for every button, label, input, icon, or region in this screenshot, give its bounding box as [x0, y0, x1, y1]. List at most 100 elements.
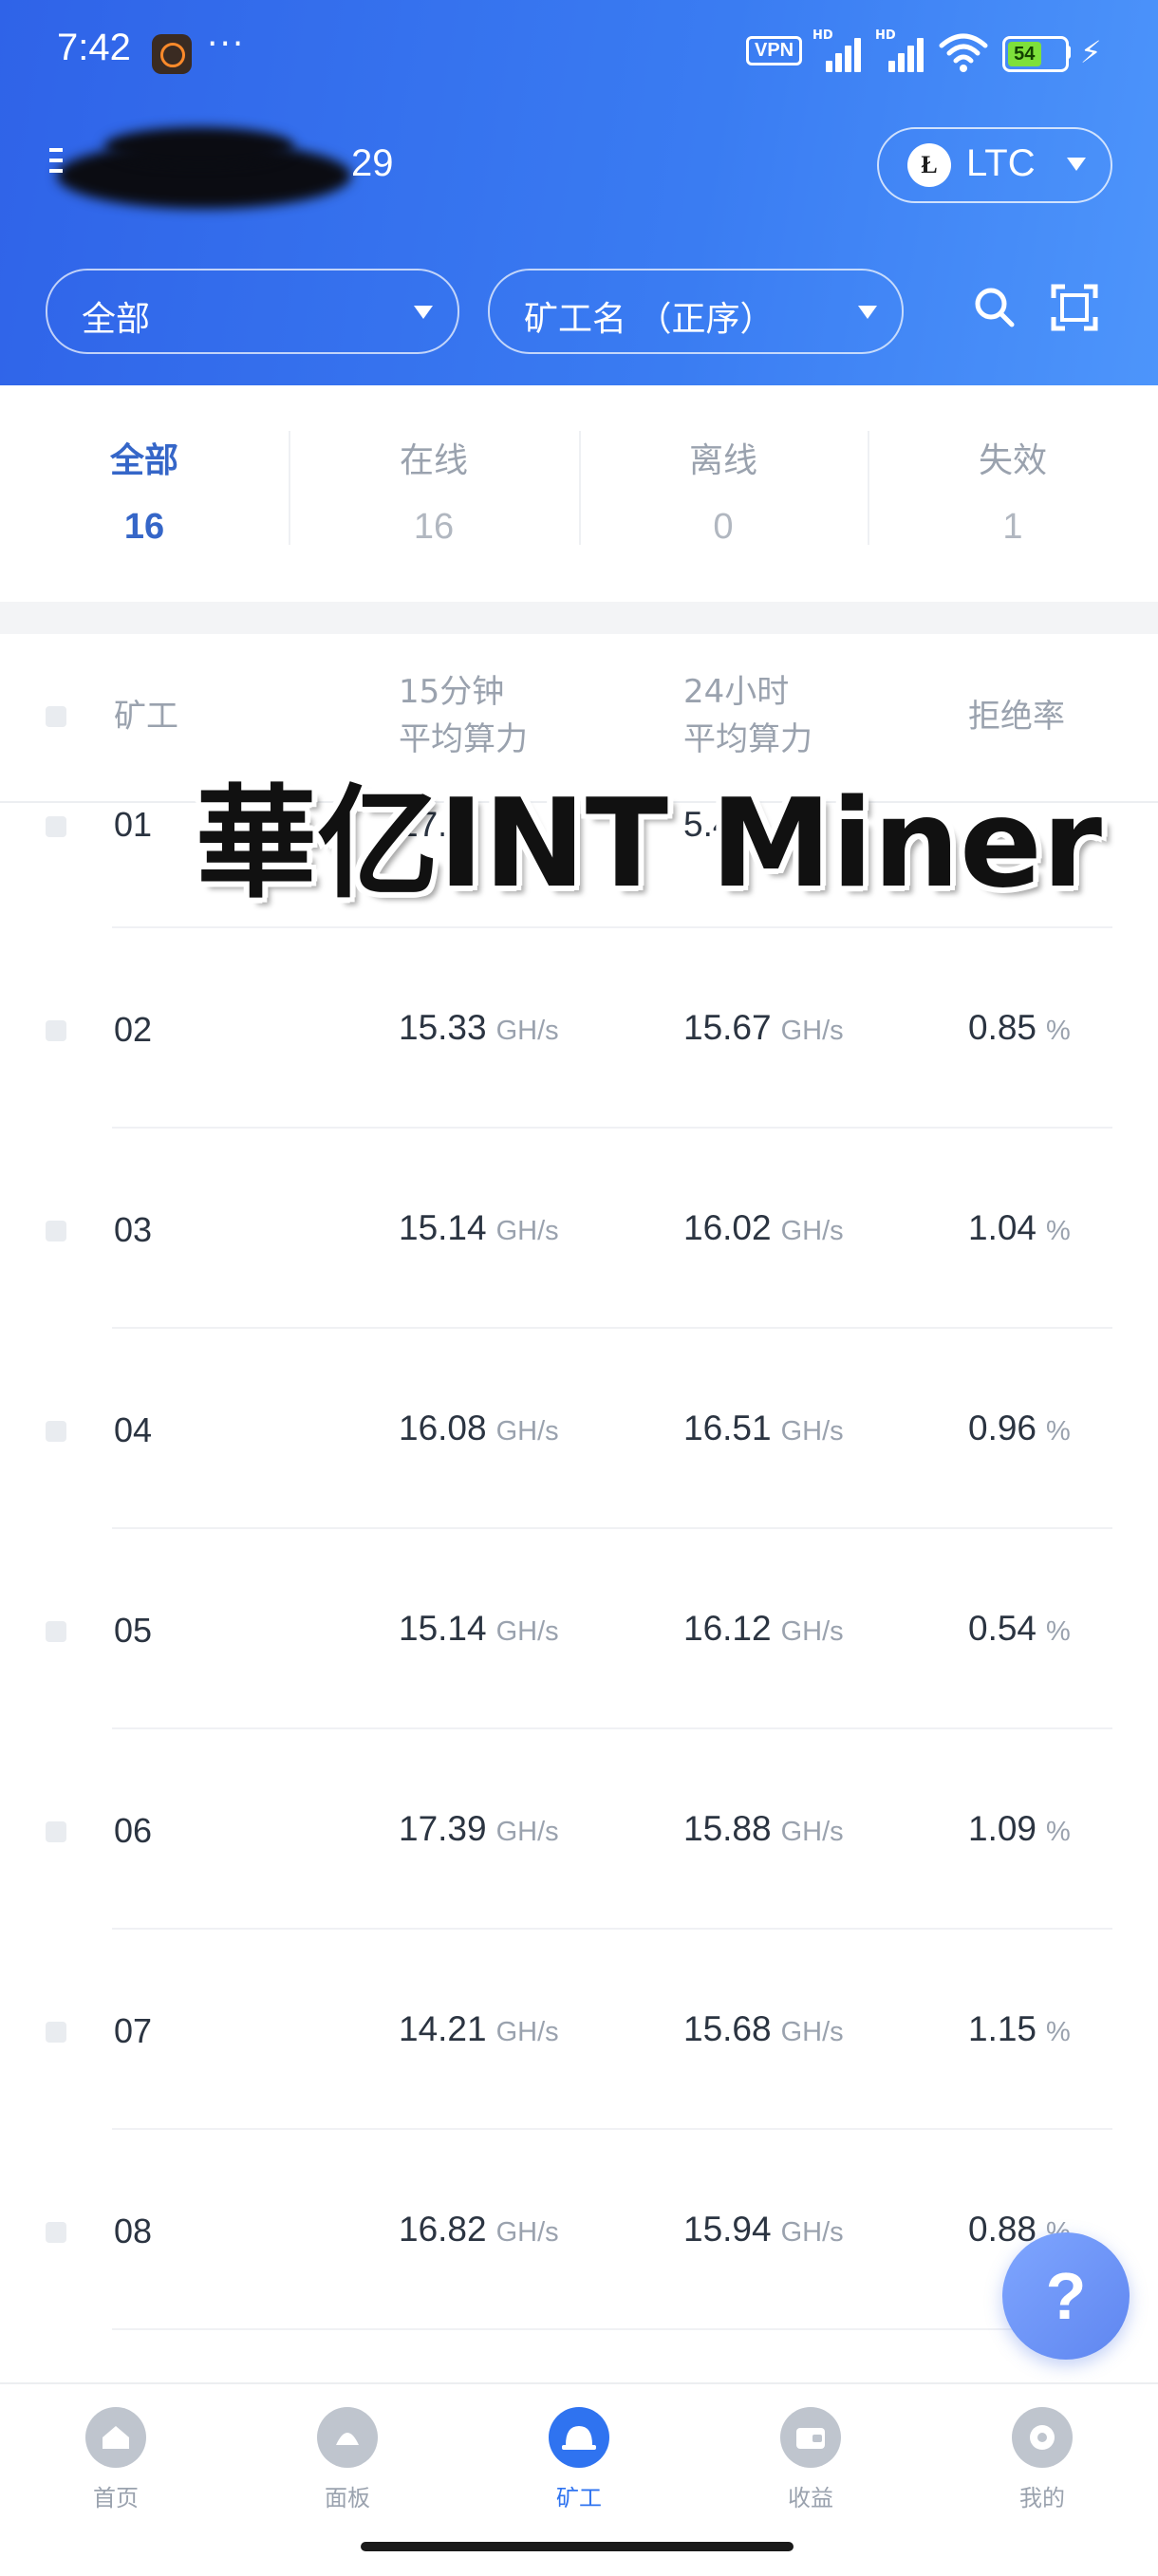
vpn-icon: VPN [746, 36, 803, 65]
col-hashrate-15m[interactable]: 15分钟 平均算力 [399, 668, 528, 763]
col-hashrate-24h-line1: 24小时 [683, 673, 790, 711]
table-row[interactable]: 06 17.39 GH/s 15.88 GH/s 1.09% [0, 1729, 1158, 1930]
hashrate-unit: GH/s [780, 1016, 844, 1046]
coin-label: LTC [966, 142, 1036, 184]
col-worker[interactable]: 矿工 [114, 693, 178, 740]
tab-all[interactable]: 全部 16 [2, 433, 287, 548]
select-all-checkbox[interactable] [46, 706, 66, 727]
battery-icon: 54 [1002, 36, 1069, 72]
sort-value: 矿工名 （正序） [524, 300, 775, 339]
table-row[interactable]: 04 16.08 GH/s 16.51 GH/s 0.96% [0, 1329, 1158, 1529]
col-hashrate-24h[interactable]: 24小时 平均算力 [683, 668, 812, 763]
hashrate-15m: 15.14 GH/s [399, 1609, 559, 1649]
header: 7:42 ··· VPN HD HD 54 ⚡ 29 Ł LTC 全部 矿工名 … [0, 0, 1158, 385]
hashrate-unit: GH/s [495, 2017, 559, 2047]
hashrate-24h: 15.67 GH/s [683, 1008, 844, 1048]
nav-earnings[interactable]: 收益 [735, 2407, 887, 2512]
hashrate-unit: GH/s [780, 1416, 844, 1447]
tab-invalid[interactable]: 失效 1 [870, 433, 1155, 548]
reject-rate: 0.54% [968, 1609, 1071, 1649]
chevron-down-icon [858, 306, 877, 319]
scan-icon[interactable] [1048, 281, 1101, 334]
charging-icon: ⚡ [1080, 34, 1102, 70]
hashrate-unit: GH/s [495, 2217, 559, 2248]
sort-dropdown[interactable]: 矿工名 （正序） [488, 269, 904, 354]
hashrate-unit: GH/s [495, 1616, 559, 1647]
signal-icon-2: HD [875, 28, 928, 72]
nav-miners-label: 矿工 [556, 2485, 602, 2511]
worker-name: 01 [114, 805, 153, 844]
col-reject-rate[interactable]: 拒绝率 [968, 693, 1065, 740]
hashrate-unit: GH/s [780, 2017, 844, 2047]
help-button[interactable]: ? [1002, 2232, 1130, 2360]
table-row[interactable]: 07 14.21 GH/s 15.68 GH/s 1.15% [0, 1930, 1158, 2130]
hashrate-24h-value: 16.12 [683, 1609, 772, 1648]
watermark-text: 華亿INT Miner [196, 774, 1102, 915]
signal-icon-1: HD [812, 28, 866, 72]
row-checkbox[interactable] [46, 2022, 66, 2043]
hashrate-unit: GH/s [780, 1616, 844, 1647]
percent-unit: % [1046, 2017, 1071, 2047]
account-menu-icon[interactable] [49, 148, 63, 182]
hashrate-15m-value: 17.39 [399, 1809, 487, 1848]
row-divider [112, 2328, 1112, 2330]
hashrate-15m: 17.39 GH/s [399, 1809, 559, 1849]
nav-mine-label: 我的 [1019, 2485, 1065, 2511]
percent-unit: % [1046, 1416, 1071, 1447]
coin-selector[interactable]: Ł LTC [877, 127, 1112, 203]
tab-all-label: 全部 [109, 441, 178, 480]
hashrate-15m-value: 16.82 [399, 2210, 487, 2249]
row-checkbox[interactable] [46, 1821, 66, 1842]
table-row[interactable]: 02 15.33 GH/s 15.67 GH/s 0.85% [0, 928, 1158, 1129]
divider [868, 431, 869, 545]
status-bar: 7:42 ··· VPN HD HD 54 ⚡ [0, 0, 1158, 104]
battery-level: 54 [1008, 42, 1041, 66]
hashrate-15m-value: 15.14 [399, 1609, 487, 1648]
worker-name: 03 [114, 1210, 153, 1249]
nav-mine[interactable]: 我的 [966, 2407, 1118, 2512]
account-name-redacted[interactable] [47, 123, 361, 218]
nav-miners[interactable]: 矿工 [503, 2407, 655, 2512]
reject-rate: 0.85% [968, 1008, 1071, 1048]
table-row[interactable]: 0816.82GH/s15.94GH/s0.88% [0, 2130, 1158, 2330]
hashrate-15m-value: 14.21 [399, 2009, 487, 2048]
hashrate-unit: GH/s [780, 1817, 844, 1847]
hashrate-unit: GH/s [495, 1416, 559, 1447]
tab-invalid-count: 1 [1002, 507, 1023, 547]
status-filter-dropdown[interactable]: 全部 [46, 269, 459, 354]
table-row[interactable]: 03 15.14 GH/s 16.02 GH/s 1.04% [0, 1129, 1158, 1329]
hashrate-24h: 15.88 GH/s [683, 1809, 844, 1849]
hashrate-24h-value: 16.51 [683, 1409, 772, 1447]
percent-unit: % [1046, 1216, 1071, 1246]
reject-rate-value: 0.54 [968, 1609, 1037, 1648]
percent-unit: % [1046, 1616, 1071, 1647]
home-indicator[interactable] [361, 2542, 794, 2551]
worker-name: 04 [114, 1410, 153, 1449]
table-row[interactable]: 05 15.14 GH/s 16.12 GH/s 0.54% [0, 1529, 1158, 1729]
reject-rate: 1.09% [968, 1809, 1071, 1849]
hashrate-15m-value: 15.14 [399, 1208, 487, 1247]
row-checkbox[interactable] [46, 2222, 66, 2243]
row-checkbox[interactable] [46, 1221, 66, 1241]
wallet-icon [780, 2407, 841, 2468]
wifi-icon [939, 33, 988, 72]
hashrate-15m: 14.21 GH/s [399, 2009, 559, 2049]
search-icon[interactable] [968, 281, 1021, 334]
nav-home[interactable]: 首页 [40, 2407, 192, 2512]
hashrate-24h-value: 15.68 [683, 2009, 772, 2048]
tab-offline[interactable]: 离线 0 [581, 433, 866, 548]
worker-name: 06 [114, 1811, 153, 1850]
row-checkbox[interactable] [46, 1621, 66, 1642]
row-checkbox[interactable] [46, 1421, 66, 1442]
tab-all-count: 16 [123, 507, 165, 547]
chevron-down-icon [414, 306, 433, 319]
hashrate-24h: 16.12 GH/s [683, 1609, 844, 1649]
litecoin-icon: Ł [907, 143, 951, 187]
worker-name: 08 [114, 2212, 153, 2250]
tab-online-count: 16 [413, 507, 455, 547]
row-checkbox[interactable] [46, 816, 66, 837]
reject-rate-value: 0.96 [968, 1409, 1037, 1447]
row-checkbox[interactable] [46, 1020, 66, 1041]
tab-online[interactable]: 在线 16 [291, 433, 576, 548]
nav-dashboard[interactable]: 面板 [271, 2407, 423, 2512]
